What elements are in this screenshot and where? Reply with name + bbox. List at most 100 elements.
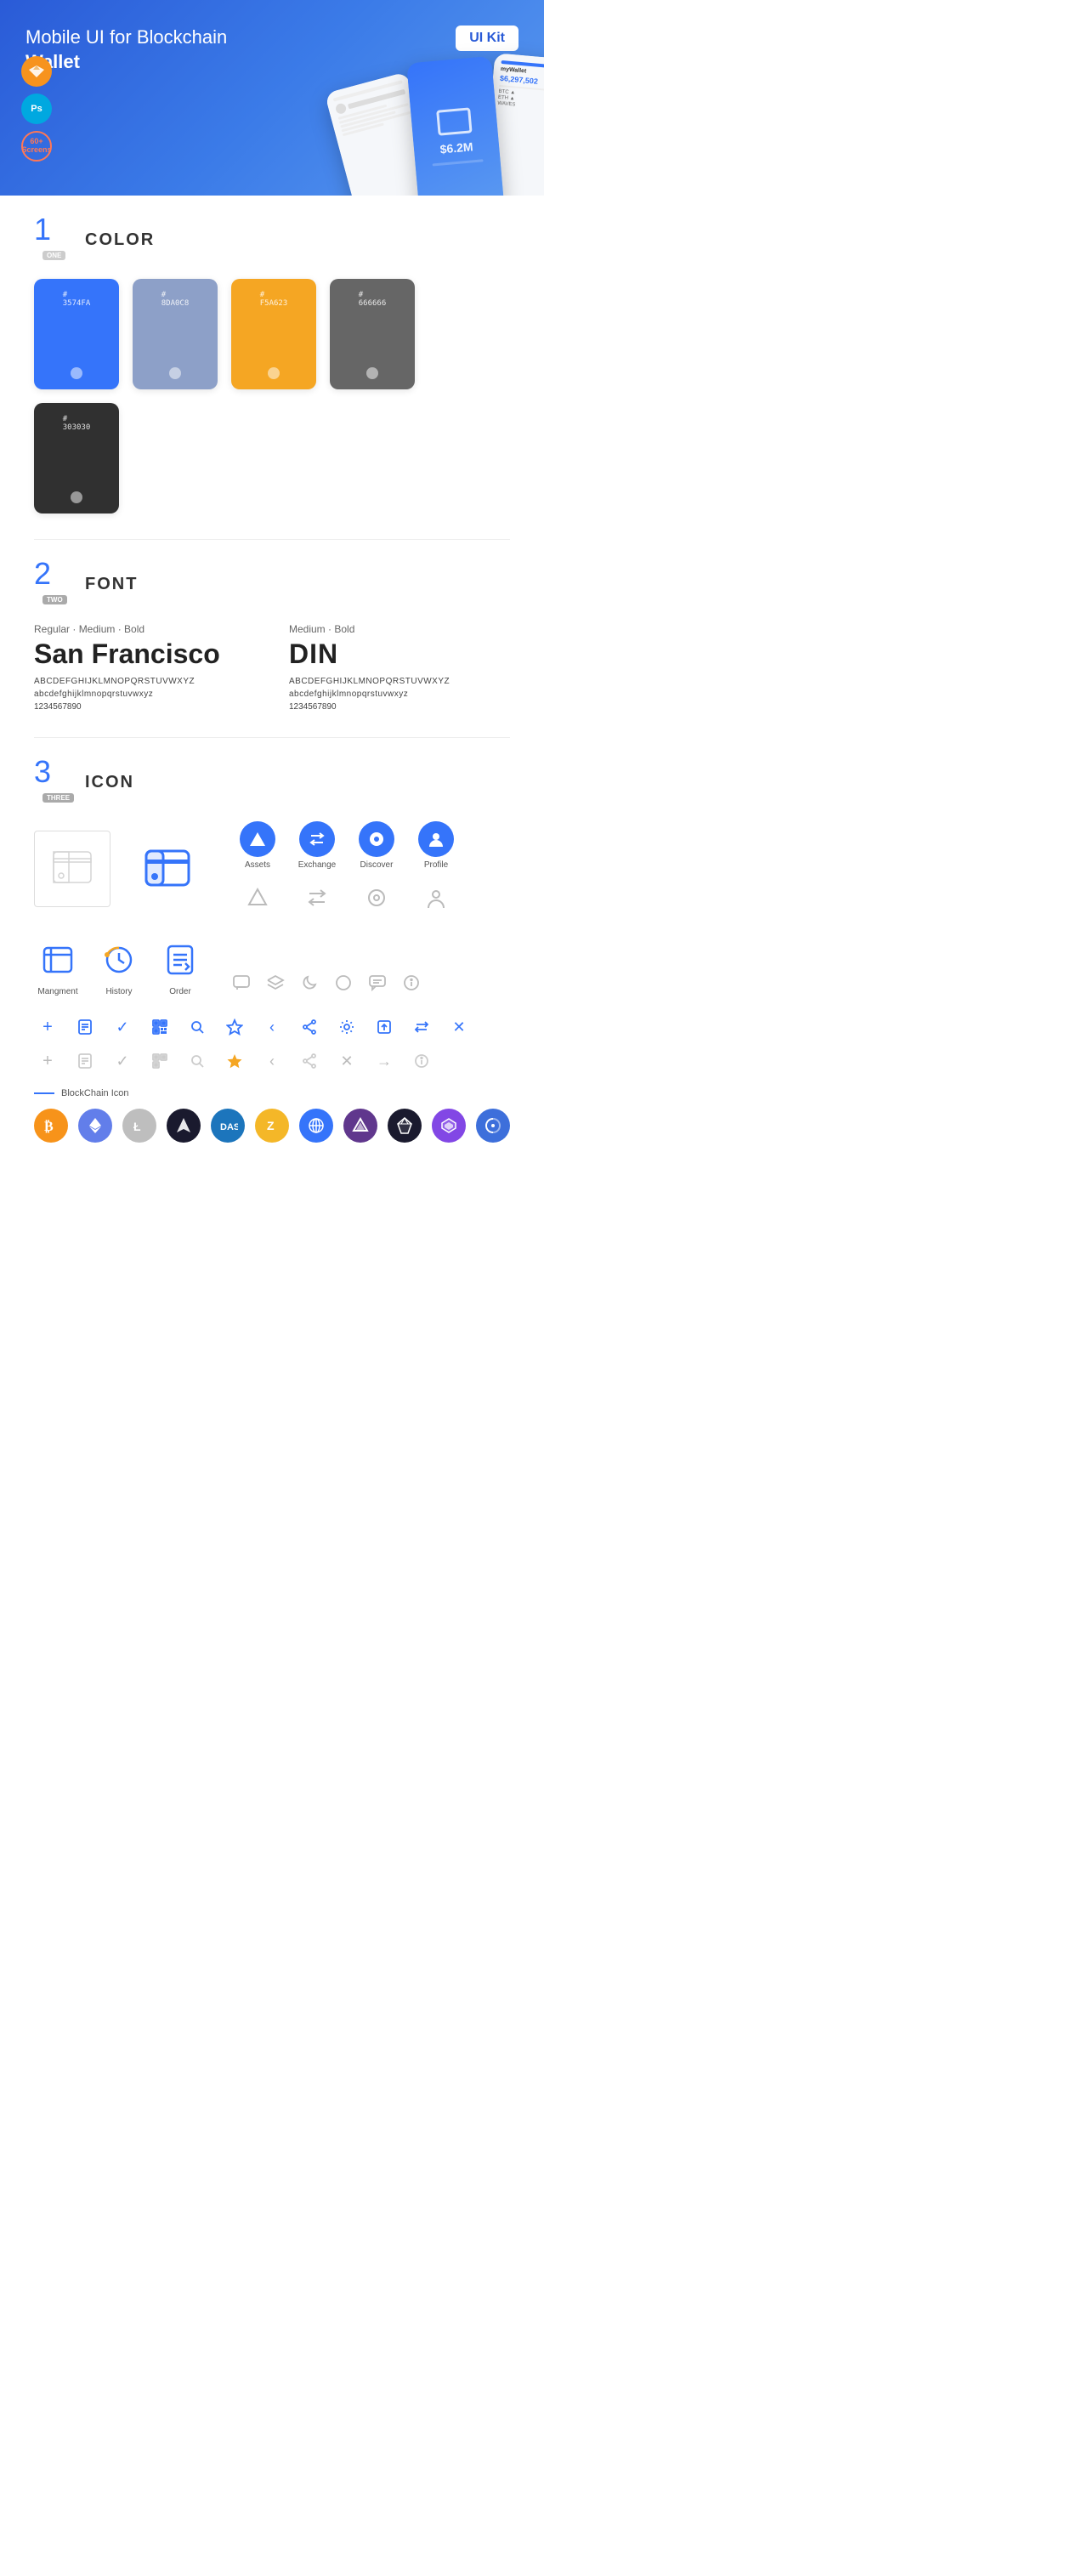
plus-icon-gray: + [34, 1047, 61, 1075]
nav-item-discover: Discover [347, 821, 406, 870]
small-icons-inactive: + ✓ [34, 1047, 510, 1075]
small-icons-active: + ✓ [34, 1013, 510, 1041]
color-dot-1 [71, 367, 82, 379]
check-icon: ✓ [109, 1013, 136, 1041]
icon-wireframe-1 [34, 831, 110, 907]
dash-icon: DASH [211, 1109, 245, 1143]
color-swatch-1: #3574FA [34, 279, 119, 389]
litecoin-icon: Ł [122, 1109, 156, 1143]
ps-badge: Ps [21, 94, 52, 124]
bubble-icon [364, 969, 391, 996]
phone-2: $6.2M [406, 56, 504, 196]
phone-group: $6.2M myWallet $6,297,502 BTC ▲ ETH ▲ WA… [353, 51, 544, 196]
crypto-icons-row: ₿ Ł DASH [34, 1109, 510, 1143]
chevron-left-icon-gray: ‹ [258, 1047, 286, 1075]
nav-item-discover-outline [347, 880, 406, 916]
wings-icon [167, 1109, 201, 1143]
skychain-icon [476, 1109, 510, 1143]
share-icon [296, 1013, 323, 1041]
icon-bottom-row: Mangment History [34, 936, 510, 996]
font-name-sf: San Francisco [34, 638, 255, 670]
svg-text:Ł: Ł [133, 1120, 141, 1133]
check-icon-gray: ✓ [109, 1047, 136, 1075]
zcash-icon: Z [255, 1109, 289, 1143]
note-icon-gray [71, 1047, 99, 1075]
ui-kit-badge: UI Kit [456, 26, 518, 51]
blockchain-line [34, 1092, 54, 1094]
nav-item-profile: Profile [406, 821, 466, 870]
color-dot-5 [71, 491, 82, 503]
blockchain-icon-label: BlockChain Icon [34, 1088, 510, 1098]
font-grid: Regular · Medium · Bold San Francisco AB… [34, 623, 510, 712]
discover-icon [359, 821, 394, 857]
font-col-din: Medium · Bold DIN ABCDEFGHIJKLMNOPQRSTUV… [289, 623, 510, 712]
x-icon-gray: ✕ [333, 1047, 360, 1075]
star-icon [221, 1013, 248, 1041]
close-icon: ✕ [445, 1013, 473, 1041]
layers-icon [262, 969, 289, 996]
gem-icon [388, 1109, 422, 1143]
svg-text:₿: ₿ [44, 1119, 54, 1134]
augur-icon [343, 1109, 377, 1143]
nav-icons-row1: Assets Exchange [228, 821, 466, 870]
chat-icon [228, 969, 255, 996]
color-swatches: #3574FA #8DA0C8 #F5A623 #666666 #303030 [34, 279, 510, 513]
section-num-3: 3 THREE [34, 763, 71, 801]
assets-icon [240, 821, 275, 857]
note-icon [71, 1013, 99, 1041]
moon-icon [296, 969, 323, 996]
info-icon [398, 969, 425, 996]
nav-icons-row2 [228, 880, 466, 916]
nav-item-exchange-outline [287, 880, 347, 916]
icon-section-header: 3 THREE ICON [34, 763, 510, 801]
icon-management: Mangment [34, 936, 82, 996]
share-icon-gray [296, 1047, 323, 1075]
swap-icon [408, 1013, 435, 1041]
font-section: 2 TWO FONT Regular · Medium · Bold San F… [0, 540, 544, 737]
color-swatch-3: #F5A623 [231, 279, 316, 389]
section-num-2: 2 TWO [34, 565, 71, 603]
svg-text:DASH: DASH [220, 1122, 238, 1132]
upload-icon [371, 1013, 398, 1041]
color-dot-3 [268, 367, 280, 379]
color-dot-2 [169, 367, 181, 379]
font-col-sf: Regular · Medium · Bold San Francisco AB… [34, 623, 255, 712]
ethereum-icon [78, 1109, 112, 1143]
matic-icon [432, 1109, 466, 1143]
info-icon-gray [408, 1047, 435, 1075]
section-num-1: 1 ONE [34, 221, 71, 258]
color-swatch-5: #303030 [34, 403, 119, 513]
icon-colored-1 [131, 831, 207, 907]
color-swatch-2: #8DA0C8 [133, 279, 218, 389]
color-section-header: 1 ONE COLOR [34, 221, 510, 258]
misc-icons-row [228, 969, 425, 996]
screens-badge: 60+Screens [21, 131, 52, 162]
svg-text:Z: Z [267, 1119, 275, 1132]
search-icon-gray [184, 1047, 211, 1075]
star-icon-gold [221, 1047, 248, 1075]
font-section-header: 2 TWO FONT [34, 565, 510, 603]
hero-title: Mobile UI for Blockchain Wallet [26, 26, 280, 74]
nav-item-assets: Assets [228, 821, 287, 870]
qr-icon [146, 1013, 173, 1041]
font-name-din: DIN [289, 638, 510, 670]
color-swatch-4: #666666 [330, 279, 415, 389]
circle-icon [330, 969, 357, 996]
icon-section-title: ICON [85, 773, 134, 792]
settings-icon [333, 1013, 360, 1041]
font-section-title: FONT [85, 575, 138, 594]
search-icon [184, 1013, 211, 1041]
icon-order: Order [156, 936, 204, 996]
icon-top-row: Assets Exchange [34, 821, 510, 916]
chevron-left-icon: ‹ [258, 1013, 286, 1041]
icon-section: 3 THREE ICON [0, 738, 544, 1168]
nav-item-assets-outline [228, 880, 287, 916]
profile-icon [418, 821, 454, 857]
nav-item-profile-outline [406, 880, 466, 916]
network-icon [299, 1109, 333, 1143]
color-section: 1 ONE COLOR #3574FA #8DA0C8 #F5A623 #666… [0, 196, 544, 539]
icon-history: History [95, 936, 143, 996]
hero-section: Mobile UI for Blockchain Wallet UI Kit P… [0, 0, 544, 196]
nav-item-exchange: Exchange [287, 821, 347, 870]
exchange-icon [299, 821, 335, 857]
